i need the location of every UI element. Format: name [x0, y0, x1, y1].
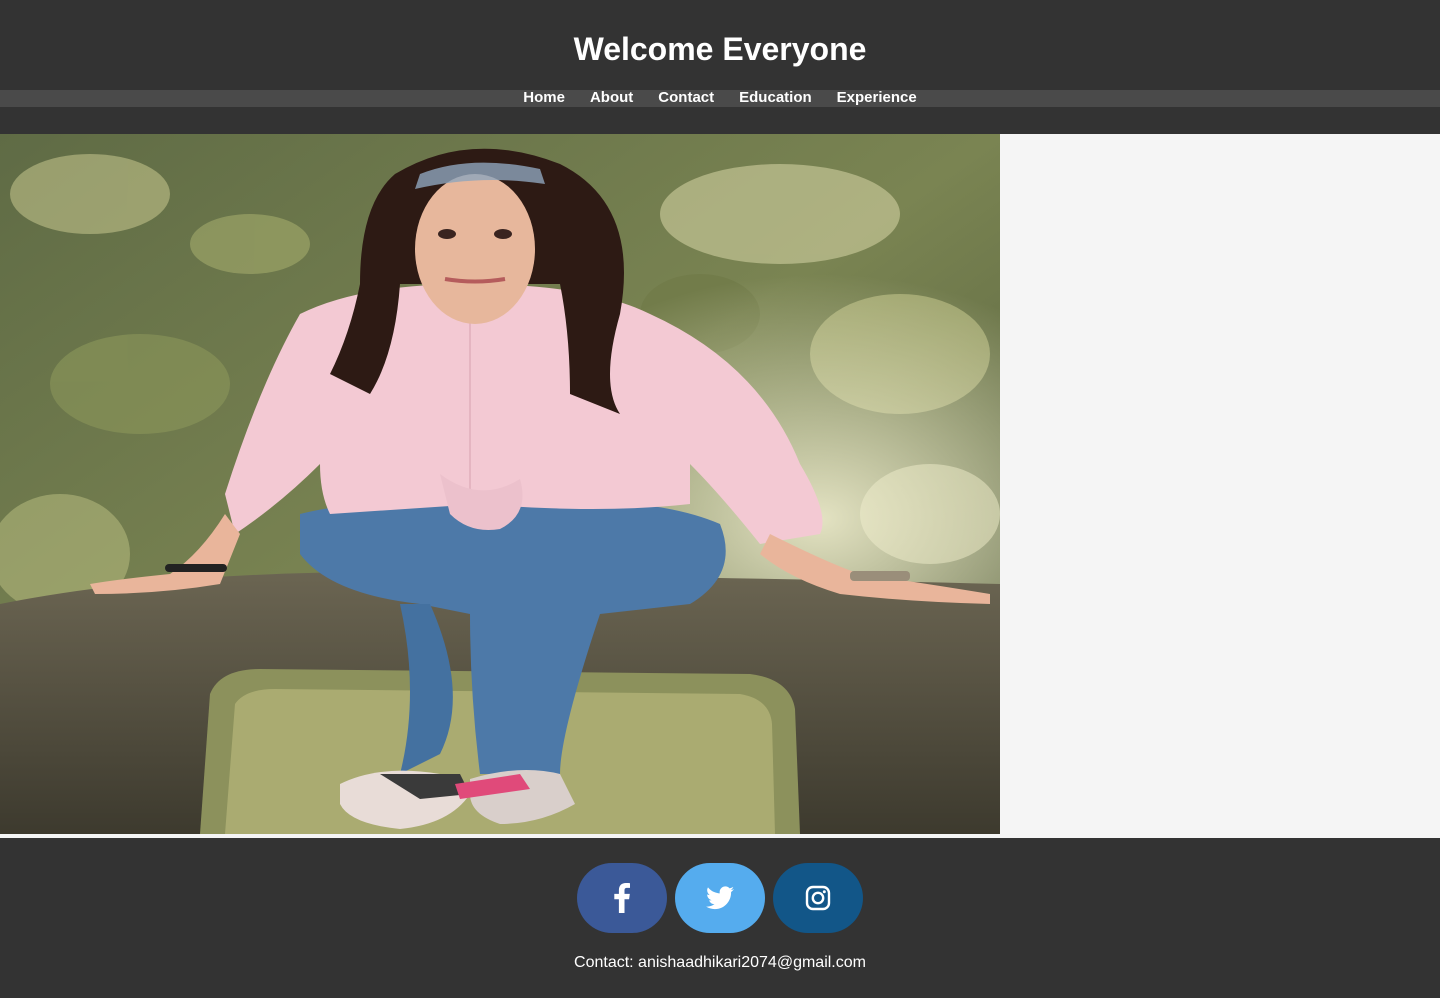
instagram-button[interactable] [773, 863, 863, 933]
instagram-icon [805, 885, 831, 911]
contact-email: Contact: anishaadhikari2074@gmail.com [574, 954, 866, 971]
page-title: Welcome Everyone [573, 31, 867, 67]
nav-item-home[interactable]: Home [523, 89, 565, 107]
profile-photo [0, 134, 1000, 834]
twitter-button[interactable] [675, 863, 765, 933]
facebook-button[interactable] [577, 863, 667, 933]
nav-menu: Home About Contact Education Experience [0, 89, 1440, 107]
nav-item-about[interactable]: About [590, 89, 633, 107]
facebook-icon [614, 883, 630, 913]
nav-item-contact[interactable]: Contact [658, 89, 714, 107]
social-links [0, 863, 1440, 933]
nav-item-education[interactable]: Education [739, 89, 812, 107]
nav-item-experience[interactable]: Experience [837, 89, 917, 107]
main-content [0, 134, 1440, 838]
twitter-icon [706, 886, 734, 910]
site-header: Welcome Everyone [0, 0, 1440, 90]
site-footer: Contact: anishaadhikari2074@gmail.com [0, 838, 1440, 998]
